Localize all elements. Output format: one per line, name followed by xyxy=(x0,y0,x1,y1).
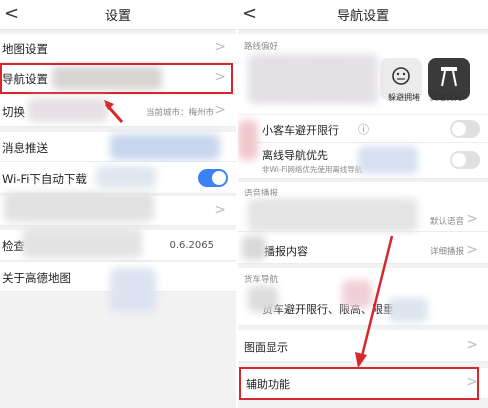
row-label: 离线导航优先 xyxy=(262,149,328,162)
broadcast-value: 详细播报 xyxy=(429,247,464,257)
nav-settings-header: < 导航设置 xyxy=(238,0,488,30)
chevron-right-icon: > xyxy=(214,39,226,55)
redaction-blur xyxy=(28,98,108,122)
arrow-annotation-icon xyxy=(355,235,394,368)
chevron-right-icon: > xyxy=(214,202,226,218)
row-label: 图面显示 xyxy=(244,341,288,354)
current-city-text: 当前城市：梅州市 xyxy=(145,108,214,118)
pref-label: 高速优先 xyxy=(430,93,462,102)
redaction-blur xyxy=(248,54,378,104)
settings-screen: < 设置 地图设置 > 导航设置 > 切换 当前城市：梅州市 > 消息推送 Wi… xyxy=(0,0,236,408)
redaction-blur xyxy=(248,286,278,312)
redaction-blur xyxy=(110,134,220,160)
redaction-blur xyxy=(242,236,266,260)
settings-item-map[interactable]: 地图设置 > xyxy=(0,34,236,63)
settings-item-label: 切换 xyxy=(2,105,25,119)
redaction-blur xyxy=(238,120,258,160)
voice-value: 默认语音 xyxy=(429,217,464,227)
settings-item-label: 关于高德地图 xyxy=(2,271,71,285)
chevron-right-icon: > xyxy=(466,211,478,227)
redaction-blur xyxy=(96,166,156,188)
highlight-box xyxy=(0,63,233,94)
info-icon[interactable]: ⓘ xyxy=(358,121,369,137)
page-title: 设置 xyxy=(104,9,131,24)
settings-header: < 设置 xyxy=(0,0,236,30)
settings-item-label: 消息推送 xyxy=(2,141,48,155)
screen-root: < 设置 地图设置 > 导航设置 > 切换 当前城市：梅州市 > 消息推送 Wi… xyxy=(0,0,488,408)
row-label: 小客车避开限行 xyxy=(262,124,339,137)
chevron-right-icon: > xyxy=(466,242,478,258)
row-label: 播报内容 xyxy=(264,245,308,258)
redaction-blur xyxy=(358,146,418,174)
redaction-blur xyxy=(248,198,418,232)
car-restriction-row[interactable]: 小客车避开限行 ⓘ xyxy=(238,115,488,143)
section-title: 路线偏好 xyxy=(244,42,279,52)
arrow-annotation-icon xyxy=(104,100,124,123)
version-text: 0.6.2065 xyxy=(169,240,214,251)
navigation-settings-screen: < 导航设置 路线偏好 躲避拥堵 高速优先 小客车避开限行 ⓘ 离线导航优先 非… xyxy=(238,0,488,408)
chevron-right-icon: > xyxy=(466,337,478,353)
offline-nav-toggle[interactable] xyxy=(450,151,480,169)
row-sublabel: 非Wi-Fi网络优先使用离线导航 xyxy=(262,165,363,174)
settings-item-label: 地图设置 xyxy=(2,42,48,56)
chevron-right-icon: > xyxy=(214,102,226,118)
settings-item-label: Wi-Fi下自动下载 xyxy=(2,172,87,186)
wifi-download-toggle[interactable] xyxy=(198,169,228,187)
redaction-blur xyxy=(110,268,156,312)
pref-label: 躲避拥堵 xyxy=(388,93,420,102)
section-title: 货车导航 xyxy=(244,275,279,285)
redaction-blur xyxy=(22,228,142,258)
redaction-blur xyxy=(4,192,154,222)
page-title: 导航设置 xyxy=(336,9,389,24)
car-restriction-toggle[interactable] xyxy=(450,120,480,138)
